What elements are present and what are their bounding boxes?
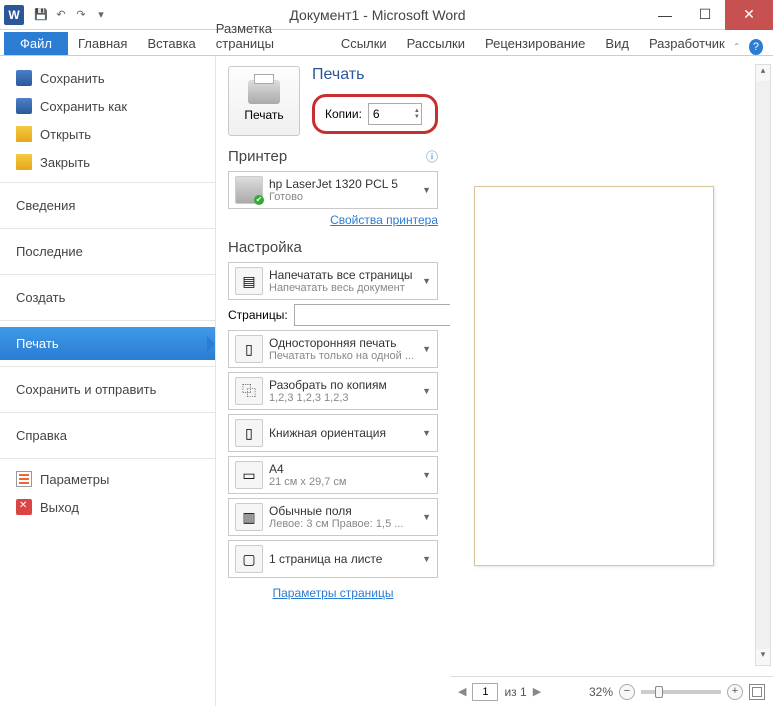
print-button[interactable]: Печать — [228, 66, 300, 136]
preview-status-bar: ◀ из 1 ▶ 32% − + — [450, 676, 773, 706]
zoom-slider[interactable] — [641, 690, 721, 694]
chevron-down-icon: ▼ — [422, 470, 431, 480]
zoom-value: 32% — [589, 685, 613, 699]
tab-developer[interactable]: Разработчик — [639, 32, 735, 55]
printer-properties-link[interactable]: Свойства принтера — [330, 213, 438, 227]
close-button[interactable]: ✕ — [725, 0, 773, 30]
title-bar: W 💾 ↶ ↷ ▾ Документ1 - Microsoft Word — ☐… — [0, 0, 773, 30]
quick-access-toolbar: 💾 ↶ ↷ ▾ — [32, 6, 110, 24]
window-title: Документ1 - Microsoft Word — [110, 7, 645, 23]
copies-label: Копии: — [325, 107, 362, 121]
paper-size-dropdown[interactable]: ▭ A421 см x 29,7 см ▼ — [228, 456, 438, 494]
copies-highlight: Копии: ▲▼ — [312, 94, 438, 134]
exit-icon — [16, 499, 32, 515]
prev-page-icon[interactable]: ◀ — [458, 685, 466, 698]
open-icon — [16, 126, 32, 142]
chevron-down-icon: ▼ — [422, 276, 431, 286]
pages-icon: ▤ — [235, 267, 263, 295]
tab-home[interactable]: Главная — [68, 32, 137, 55]
save-as-icon — [16, 98, 32, 114]
chevron-down-icon: ▼ — [422, 344, 431, 354]
minimize-button[interactable]: — — [645, 0, 685, 30]
tab-insert[interactable]: Вставка — [137, 32, 205, 55]
zoom-slider-thumb[interactable] — [655, 686, 663, 698]
nav-recent[interactable]: Последние — [0, 235, 215, 268]
nav-options[interactable]: Параметры — [0, 465, 215, 493]
page-setup-link[interactable]: Параметры страницы — [228, 586, 438, 600]
nav-info[interactable]: Сведения — [0, 189, 215, 222]
tab-layout[interactable]: Разметка страницы — [206, 17, 331, 55]
orientation-dropdown[interactable]: ▯ Книжная ориентация ▼ — [228, 414, 438, 452]
qat-save-icon[interactable]: 💾 — [32, 6, 50, 24]
options-icon — [16, 471, 32, 487]
print-preview: ▴ ▾ ◀ из 1 ▶ 32% − + — [450, 56, 773, 706]
page-count-label: из 1 — [504, 685, 526, 699]
copies-down-icon[interactable]: ▼ — [414, 114, 423, 120]
chevron-down-icon: ▼ — [422, 512, 431, 522]
help-icon[interactable]: ? — [749, 39, 763, 55]
sheet-icon: ▢ — [235, 545, 263, 573]
nav-save-as[interactable]: Сохранить как — [0, 92, 215, 120]
file-tab[interactable]: Файл — [4, 32, 68, 55]
ribbon-tabs: Файл Главная Вставка Разметка страницы С… — [0, 30, 773, 56]
print-settings-panel: Печать Печать Копии: ▲▼ Принтерⓘ hp Lase… — [216, 56, 450, 706]
sides-dropdown[interactable]: ▯ Односторонняя печатьПечатать только на… — [228, 330, 438, 368]
printer-dropdown[interactable]: hp LaserJet 1320 PCL 5Готово ▼ — [228, 171, 438, 209]
preview-scrollbar[interactable]: ▴ ▾ — [755, 64, 771, 666]
page-preview — [474, 186, 714, 566]
save-icon — [16, 70, 32, 86]
nav-save[interactable]: Сохранить — [0, 64, 215, 92]
chevron-down-icon: ▼ — [422, 554, 431, 564]
chevron-down-icon: ▼ — [422, 185, 431, 195]
paper-icon: ▭ — [235, 461, 263, 489]
backstage-view: Сохранить Сохранить как Открыть Закрыть … — [0, 56, 773, 706]
chevron-down-icon: ▼ — [422, 428, 431, 438]
zoom-out-button[interactable]: − — [619, 684, 635, 700]
print-button-label: Печать — [244, 108, 283, 122]
qat-redo-icon[interactable]: ↷ — [72, 6, 90, 24]
maximize-button[interactable]: ☐ — [685, 0, 725, 30]
nav-open[interactable]: Открыть — [0, 120, 215, 148]
print-range-dropdown[interactable]: ▤ Напечатать все страницыНапечатать весь… — [228, 262, 438, 300]
scroll-up-icon[interactable]: ▴ — [756, 65, 770, 81]
window-controls: — ☐ ✕ — [645, 0, 773, 30]
pages-per-sheet-dropdown[interactable]: ▢ 1 страница на листе ▼ — [228, 540, 438, 578]
chevron-down-icon: ▼ — [422, 386, 431, 396]
collate-icon: ⿻ — [235, 377, 263, 405]
printer-section-title: Принтерⓘ — [228, 148, 438, 165]
qat-undo-icon[interactable]: ↶ — [52, 6, 70, 24]
portrait-icon: ▯ — [235, 419, 263, 447]
nav-new[interactable]: Создать — [0, 281, 215, 314]
qat-customize-icon[interactable]: ▾ — [92, 6, 110, 24]
printer-info-icon[interactable]: ⓘ — [426, 148, 438, 165]
printer-icon — [248, 80, 280, 104]
page-number-input[interactable] — [472, 683, 498, 701]
backstage-nav: Сохранить Сохранить как Открыть Закрыть … — [0, 56, 216, 706]
settings-section-title: Настройка — [228, 239, 438, 256]
margins-icon: ▥ — [235, 503, 263, 531]
tab-review[interactable]: Рецензирование — [475, 32, 595, 55]
print-heading: Печать — [312, 66, 438, 84]
nav-exit[interactable]: Выход — [0, 493, 215, 521]
one-sided-icon: ▯ — [235, 335, 263, 363]
nav-help[interactable]: Справка — [0, 419, 215, 452]
word-app-icon: W — [4, 5, 24, 25]
collate-dropdown[interactable]: ⿻ Разобрать по копиям1,2,3 1,2,3 1,2,3 ▼ — [228, 372, 438, 410]
nav-print[interactable]: Печать — [0, 327, 215, 360]
nav-share[interactable]: Сохранить и отправить — [0, 373, 215, 406]
printer-device-icon — [235, 176, 263, 204]
ribbon-minimize-icon[interactable]: ˆ — [735, 41, 739, 55]
scroll-down-icon[interactable]: ▾ — [756, 649, 770, 665]
next-page-icon[interactable]: ▶ — [533, 685, 541, 698]
zoom-in-button[interactable]: + — [727, 684, 743, 700]
nav-close[interactable]: Закрыть — [0, 148, 215, 176]
close-icon — [16, 154, 32, 170]
pages-label: Страницы: — [228, 308, 288, 322]
margins-dropdown[interactable]: ▥ Обычные поляЛевое: 3 см Правое: 1,5 ..… — [228, 498, 438, 536]
tab-references[interactable]: Ссылки — [331, 32, 397, 55]
tab-mailings[interactable]: Рассылки — [397, 32, 475, 55]
tab-view[interactable]: Вид — [595, 32, 639, 55]
zoom-to-page-icon[interactable] — [749, 684, 765, 700]
